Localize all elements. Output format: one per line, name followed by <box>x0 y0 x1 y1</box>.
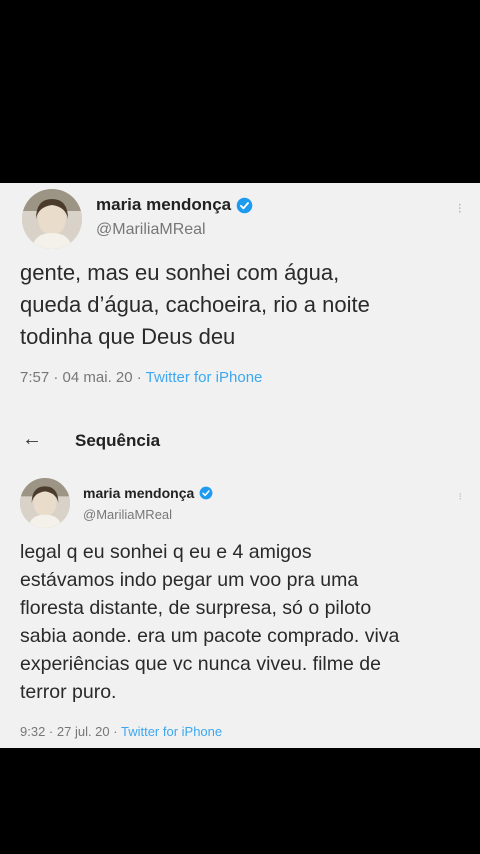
tweet-source[interactable]: Twitter for iPhone <box>121 724 222 739</box>
more-options-icon[interactable]: ⁝ <box>459 490 463 504</box>
tweet-meta: 7:57 · 04 mai. 20 · Twitter for iPhone <box>20 369 263 386</box>
display-name[interactable]: maria mendonça <box>96 195 231 215</box>
tweet-date[interactable]: 04 mai. 20 <box>63 369 133 386</box>
name-row: maria mendonça <box>96 195 253 215</box>
verified-badge-icon <box>199 486 213 500</box>
avatar[interactable] <box>22 189 82 249</box>
tweet-time: 7:57 <box>20 369 50 386</box>
name-row: maria mendonça <box>83 485 213 501</box>
tweet-screenshot: maria mendonça @MariliaMReal ⁝ gente, ma… <box>0 183 480 748</box>
tweet-meta: 9:32 · 27 jul. 20 · Twitter for iPhone <box>20 724 223 739</box>
back-arrow-icon[interactable]: ← <box>22 429 42 449</box>
tweet-text: gente, mas eu sonhei com água, queda d’á… <box>20 260 370 349</box>
thread-title: Sequência <box>75 431 161 450</box>
more-options-icon[interactable]: ⁝ <box>458 201 462 215</box>
tweet[interactable]: maria mendonça @MariliaMReal ⁝ gente, ma… <box>0 183 480 408</box>
handle[interactable]: @MariliaMReal <box>96 221 206 239</box>
thread-header: ← Sequência <box>0 421 480 461</box>
avatar-image <box>20 478 70 528</box>
display-name[interactable]: maria mendonça <box>83 485 194 501</box>
tweet-text: legal q eu sonhei q eu e 4 amigos estáva… <box>20 541 400 703</box>
tweet-time: 9:32 <box>20 724 46 739</box>
avatar[interactable] <box>20 478 70 528</box>
reply-tweet[interactable]: maria mendonça @MariliaMReal ⁝ legal q e… <box>0 478 480 748</box>
verified-badge-icon <box>236 197 253 213</box>
tweet-source[interactable]: Twitter for iPhone <box>146 369 263 386</box>
tweet-date[interactable]: 27 jul. 20 <box>57 724 110 739</box>
handle[interactable]: @MariliaMReal <box>83 507 172 522</box>
avatar-image <box>22 189 82 249</box>
